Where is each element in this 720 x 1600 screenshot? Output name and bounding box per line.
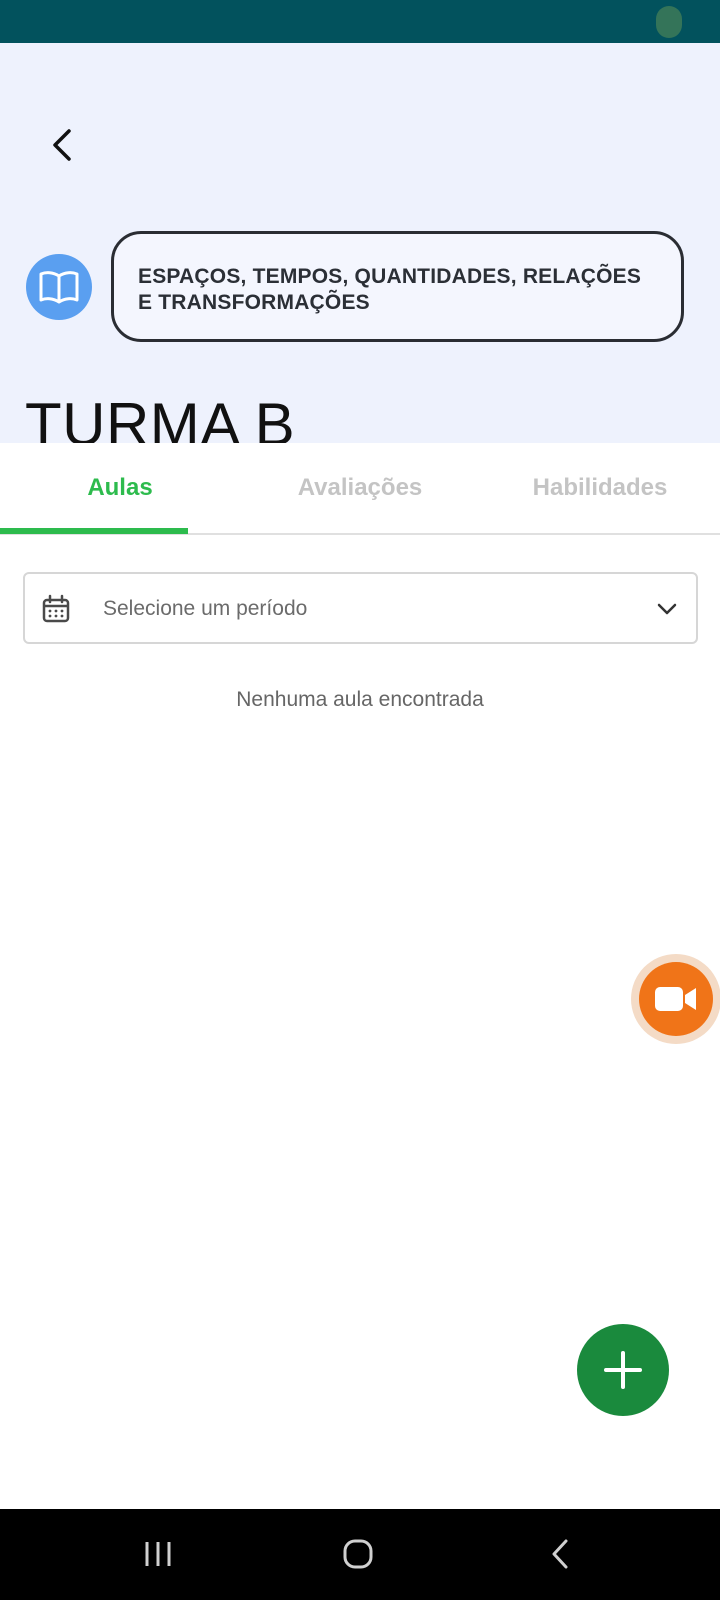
chevron-down-icon — [657, 603, 677, 615]
tab-habilidades[interactable]: Habilidades — [480, 443, 720, 533]
period-placeholder: Selecione um período — [103, 597, 308, 620]
plus-icon — [604, 1351, 642, 1389]
home-icon — [343, 1539, 373, 1569]
class-header: ESPAÇOS, TEMPOS, QUANTIDADES, RELAÇÕES E… — [0, 43, 720, 458]
nav-back-button[interactable] — [530, 1529, 590, 1579]
nav-back-icon — [552, 1539, 568, 1569]
active-tab-indicator — [0, 528, 188, 534]
video-call-button[interactable] — [631, 954, 720, 1044]
subject-name: ESPAÇOS, TEMPOS, QUANTIDADES, RELAÇÕES E… — [138, 265, 642, 314]
period-select[interactable]: Selecione um período — [23, 572, 698, 644]
book-open-icon — [39, 271, 79, 304]
tab-avaliacoes[interactable]: Avaliações — [240, 443, 480, 533]
recent-apps-icon — [145, 1542, 171, 1566]
back-button[interactable] — [40, 123, 84, 167]
add-class-button[interactable] — [577, 1324, 669, 1416]
subject-avatar — [26, 254, 92, 320]
status-bar — [0, 0, 720, 43]
system-nav-bar — [0, 1509, 720, 1600]
video-camera-icon — [655, 987, 696, 1011]
video-fab-inner — [639, 962, 713, 1036]
back-arrow-icon — [53, 129, 71, 161]
nav-home-button[interactable] — [328, 1529, 388, 1579]
nav-recent-button[interactable] — [128, 1529, 188, 1579]
subject-chip[interactable]: ESPAÇOS, TEMPOS, QUANTIDADES, RELAÇÕES E… — [111, 231, 684, 342]
status-indicator — [656, 6, 682, 38]
tab-aulas[interactable]: Aulas — [0, 443, 240, 533]
empty-state-message: Nenhuma aula encontrada — [236, 688, 484, 711]
tab-bar: Aulas Avaliações Habilidades — [0, 443, 720, 535]
calendar-icon — [42, 594, 70, 623]
